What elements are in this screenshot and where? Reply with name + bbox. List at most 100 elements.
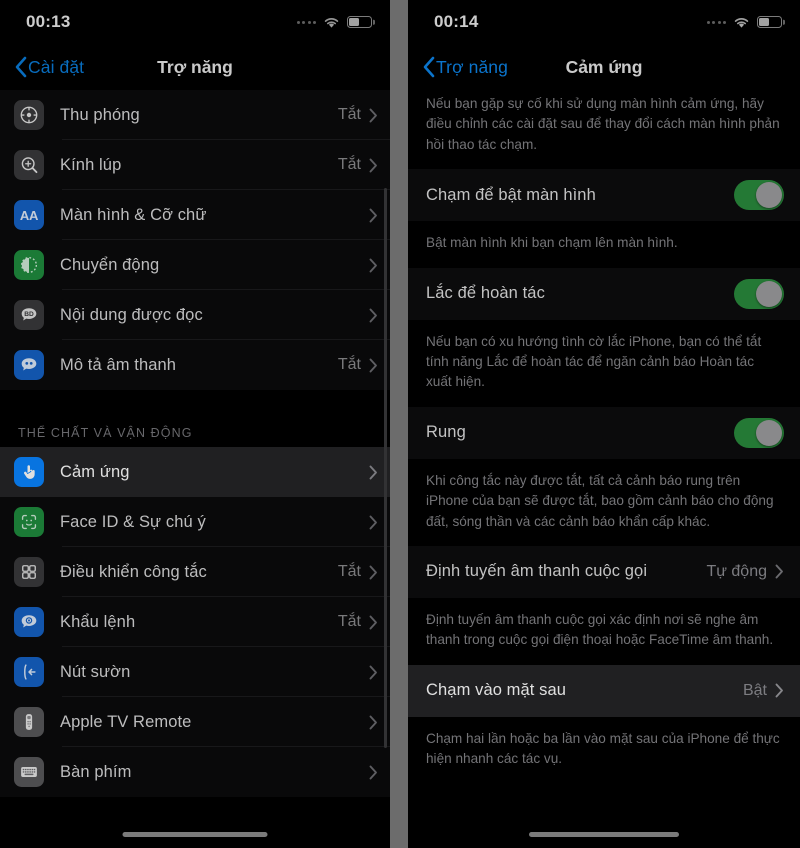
row-label: Face ID & Sự chú ý (60, 512, 206, 531)
left-phone-screen: 00:13 Cài đặt Trợ năng Thu phóng Tắt Kín… (0, 0, 390, 848)
cell-value: Tự động (706, 562, 767, 580)
cell-control (734, 278, 784, 309)
chevron-right-icon (775, 683, 783, 698)
signal-dots-icon (296, 20, 316, 24)
cell-lac-de-hoan-tac[interactable]: Lắc để hoàn tác (408, 267, 800, 320)
chevron-right-icon (369, 715, 377, 729)
settings-list[interactable]: Thu phóng Tắt Kính lúp Tắt AA Màn hình &… (0, 90, 390, 848)
status-indicators (296, 16, 372, 29)
face-id-icon (14, 507, 44, 537)
battery-icon (757, 16, 782, 28)
cell-label: Lắc để hoàn tác (426, 284, 545, 303)
row-label: Kính lúp (60, 155, 122, 174)
voice-control-icon (14, 607, 44, 637)
toggle-rung[interactable] (734, 417, 784, 448)
wifi-icon (734, 17, 749, 28)
settings-row-apple-tv-remote[interactable]: Apple TV Remote (0, 697, 390, 747)
settings-row-chuyen-dong[interactable]: Chuyển động (0, 240, 390, 290)
chevron-right-icon (369, 615, 377, 629)
settings-row-kinh-lup[interactable]: Kính lúp Tắt (0, 140, 390, 190)
settings-row-ban-phim[interactable]: Bàn phím (0, 747, 390, 797)
signal-dots-icon (706, 20, 726, 24)
chevron-right-icon (369, 765, 377, 779)
row-label: Chuyển động (60, 255, 160, 274)
cell-label: Chạm để bật màn hình (426, 185, 596, 204)
chevron-right-icon (369, 515, 377, 529)
zoom-icon (14, 100, 44, 130)
chevron-left-icon (15, 56, 27, 78)
row-label: Điều khiển công tắc (60, 562, 207, 581)
settings-row-mo-ta-am-thanh[interactable]: Mô tả âm thanh Tắt (0, 340, 390, 390)
row-label: Màn hình & Cỡ chữ (60, 205, 207, 224)
chevron-left-icon (423, 56, 435, 78)
settings-row-nut-suon[interactable]: Nút sườn (0, 647, 390, 697)
touch-settings-list[interactable]: Nếu bạn gặp sự cố khi sử dụng màn hình c… (408, 90, 800, 848)
status-bar: 00:14 (408, 0, 800, 44)
toggle-cham-de-bat-man-hinh[interactable] (734, 180, 784, 211)
cell-control (734, 180, 784, 211)
chevron-right-icon (369, 358, 377, 372)
right-phone-screen: 00:14 Trợ năng Cảm ứng Nếu bạn gặp sự cố… (408, 0, 800, 848)
cell-control: Tự động (706, 563, 784, 581)
settings-row-man-hinh-co-chu[interactable]: AA Màn hình & Cỡ chữ (0, 190, 390, 240)
cell-footnote: Bật màn hình khi bạn chạm lên màn hình. (408, 221, 800, 268)
row-label: Apple TV Remote (60, 712, 192, 731)
cell-footnote: Khi công tắc này được tắt, tất cả cảnh b… (408, 458, 800, 546)
cell-control (734, 417, 784, 448)
row-value: Tắt (337, 156, 361, 173)
wifi-icon (324, 17, 339, 28)
keyboard-icon (14, 757, 44, 787)
status-indicators (706, 16, 782, 29)
cell-footnote: Định tuyến âm thanh cuộc gọi xác định nơ… (408, 597, 800, 665)
panel-divider (390, 0, 408, 848)
back-label: Trợ năng (436, 56, 508, 77)
cell-dinh-tuyen-am-thanh-cuoc-goi[interactable]: Định tuyến âm thanh cuộc gọi Tự động (408, 545, 800, 598)
settings-row-dieu-khien-cong-tac[interactable]: Điều khiển công tắc Tắt (0, 547, 390, 597)
cell-label: Định tuyến âm thanh cuộc gọi (426, 562, 648, 581)
cell-footnote: Nếu bạn có xu hướng tình cờ lắc iPhone, … (408, 319, 800, 407)
row-value: Tắt (337, 106, 361, 123)
nav-bar: Cài đặt Trợ năng (0, 44, 390, 90)
chevron-right-icon (369, 158, 377, 172)
chevron-right-icon (775, 564, 783, 579)
section-header-physical-motor: THỂ CHẤT VÀ VẬN ĐỘNG (0, 426, 390, 447)
row-label: Thu phóng (60, 105, 140, 124)
status-time: 00:14 (434, 12, 479, 31)
intro-description: Nếu bạn gặp sự cố khi sử dụng màn hình c… (408, 90, 800, 170)
row-label: Nội dung được đọc (60, 305, 203, 324)
settings-row-face-id[interactable]: Face ID & Sự chú ý (0, 497, 390, 547)
status-bar: 00:13 (0, 0, 390, 44)
chevron-right-icon (369, 258, 377, 272)
cell-footnote: Chạm hai lần hoặc ba lần vào mặt sau của… (408, 716, 800, 784)
back-button[interactable]: Trợ năng (422, 56, 508, 78)
cell-cham-vao-mat-sau[interactable]: Chạm vào mặt sau Bật (408, 664, 800, 717)
switch-control-icon (14, 557, 44, 587)
cell-cham-de-bat-man-hinh[interactable]: Chạm để bật màn hình (408, 169, 800, 222)
chevron-right-icon (369, 108, 377, 122)
svg-text:BD: BD (24, 311, 34, 318)
dual-phone-screenshot: 00:13 Cài đặt Trợ năng Thu phóng Tắt Kín… (0, 0, 800, 848)
toggle-lac-de-hoan-tac[interactable] (734, 278, 784, 309)
settings-row-khau-lenh[interactable]: Khẩu lệnh Tắt (0, 597, 390, 647)
row-label: Nút sườn (60, 662, 131, 681)
chevron-right-icon (369, 208, 377, 222)
touch-icon (14, 457, 44, 487)
row-label: Mô tả âm thanh (60, 355, 177, 374)
chevron-right-icon (369, 308, 377, 322)
scrollbar[interactable] (384, 188, 387, 748)
row-label: Cảm ứng (60, 462, 130, 481)
row-label: Bàn phím (60, 762, 132, 781)
row-value: Tắt (337, 613, 361, 630)
cell-control: Bật (743, 682, 784, 700)
back-label: Cài đặt (28, 56, 85, 77)
battery-icon (347, 16, 372, 28)
row-value: Tắt (337, 356, 361, 373)
settings-row-thu-phong[interactable]: Thu phóng Tắt (0, 90, 390, 140)
cell-rung[interactable]: Rung (408, 406, 800, 459)
settings-row-noi-dung-duoc-doc[interactable]: BD Nội dung được đọc (0, 290, 390, 340)
display-text-size-icon: AA (14, 200, 44, 230)
settings-row-cam-ung[interactable]: Cảm ứng (0, 447, 390, 497)
back-button[interactable]: Cài đặt (14, 56, 84, 78)
side-button-icon (14, 657, 44, 687)
nav-bar: Trợ năng Cảm ứng (408, 44, 800, 90)
